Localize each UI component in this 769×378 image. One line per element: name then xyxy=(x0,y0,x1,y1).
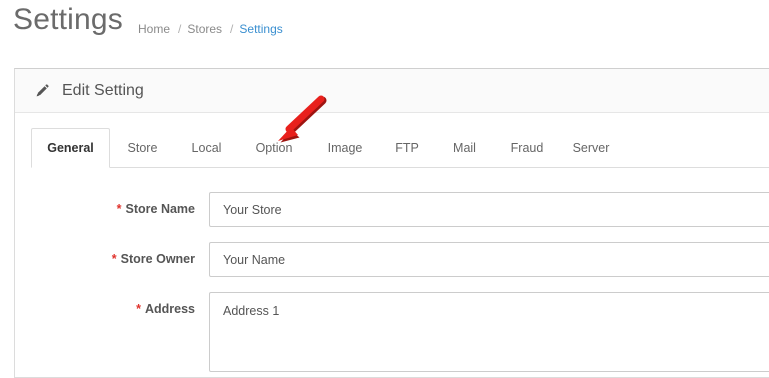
breadcrumb: Home / Stores / Settings xyxy=(138,22,283,36)
tab-local[interactable]: Local xyxy=(175,128,238,167)
settings-tabs: General Store Local Option Image FTP Mai… xyxy=(31,128,769,168)
address-textarea[interactable]: Address 1 xyxy=(209,292,769,372)
panel-heading: Edit Setting xyxy=(15,69,769,113)
tab-ftp[interactable]: FTP xyxy=(380,128,434,167)
tab-server[interactable]: Server xyxy=(559,128,623,167)
breadcrumb-stores[interactable]: Stores xyxy=(187,22,222,36)
page-title: Settings xyxy=(13,3,123,36)
tab-option[interactable]: Option xyxy=(238,128,310,167)
required-marker: * xyxy=(116,202,122,216)
required-marker: * xyxy=(111,252,117,266)
tab-mail[interactable]: Mail xyxy=(434,128,495,167)
store-name-input[interactable] xyxy=(209,192,769,227)
store-owner-label: * Store Owner xyxy=(111,252,195,266)
breadcrumb-separator: / xyxy=(230,22,234,36)
breadcrumb-home[interactable]: Home xyxy=(138,22,170,36)
edit-setting-panel: Edit Setting General Store Local Option … xyxy=(14,68,769,378)
pencil-icon xyxy=(35,83,49,98)
panel-title: Edit Setting xyxy=(62,81,144,99)
breadcrumb-separator: / xyxy=(178,22,182,36)
store-name-label: * Store Name xyxy=(116,202,195,216)
tab-image[interactable]: Image xyxy=(310,128,380,167)
required-marker: * xyxy=(136,302,141,316)
tab-general[interactable]: General xyxy=(31,128,110,168)
store-owner-input[interactable] xyxy=(209,242,769,277)
tab-fraud[interactable]: Fraud xyxy=(495,128,559,167)
tab-store[interactable]: Store xyxy=(110,128,175,167)
page-header: Settings Home / Stores / Settings xyxy=(0,0,769,60)
breadcrumb-settings[interactable]: Settings xyxy=(239,22,282,36)
address-label: * Address xyxy=(136,302,195,316)
